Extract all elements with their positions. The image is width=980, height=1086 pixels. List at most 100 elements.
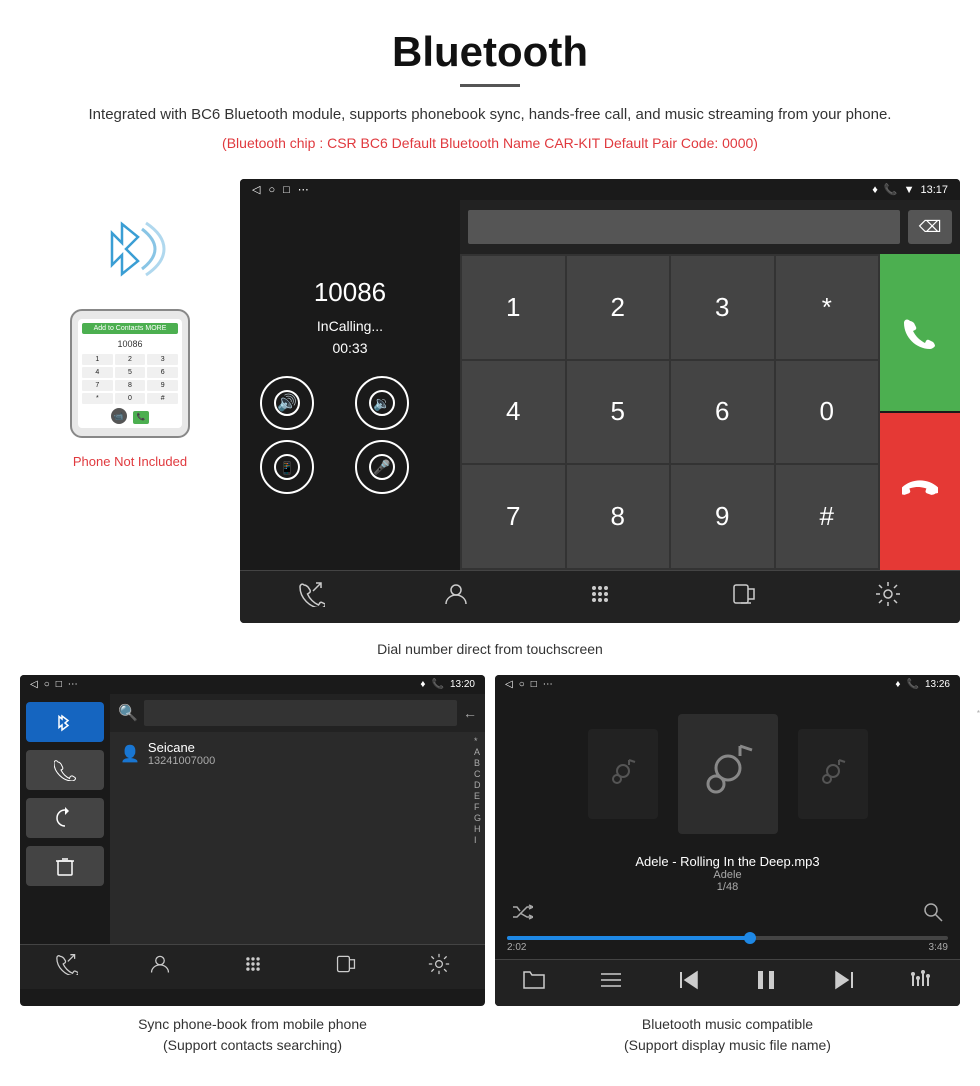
pb-nav-square[interactable]: □ [56,679,62,690]
equalizer-icon[interactable] [909,968,933,998]
music-caption: Bluetooth music compatible(Support displ… [495,1014,960,1056]
phonebook-search-bar[interactable] [144,700,457,726]
nav-calls-icon[interactable] [299,581,325,613]
dial-input-box[interactable] [468,210,900,244]
nav-settings-icon[interactable] [875,581,901,613]
bluetooth-icon-wrapper [90,209,170,289]
bottom-captions: Sync phone-book from mobile phone(Suppor… [20,1014,960,1056]
contact-item[interactable]: 👤 Seicane 13241007000 [110,732,470,775]
volume-down-button[interactable]: 🔉 [355,376,409,430]
playlist-icon[interactable] [599,968,623,998]
pb-nav-dots: ⋯ [68,679,78,690]
music-nav-square[interactable]: □ [531,679,537,690]
pb-nav-contacts-icon[interactable] [149,953,171,981]
nav-dialpad-icon[interactable] [587,581,613,613]
svg-text:🎤: 🎤 [373,458,391,476]
phonebook-back-arrow[interactable]: ← [463,705,477,721]
key-5[interactable]: 5 [567,361,670,464]
mute-button[interactable]: 🎤 [355,440,409,494]
folder-icon[interactable] [522,968,546,998]
progress-fill [507,936,750,940]
dial-left: 10086 InCalling... 00:33 🔊 🔉 📱 [240,200,460,570]
dial-controls: 🔊 🔉 📱 🎤 [260,376,440,494]
nav-contacts-icon[interactable] [443,581,469,613]
pb-nav-circle[interactable]: ○ [44,679,50,690]
music-art-right [798,729,868,819]
numpad-area: 1 2 3 * 4 5 6 0 7 8 9 # [460,254,960,570]
music-location-icon: ♦ [895,679,900,690]
progress-thumb[interactable] [744,932,756,944]
nav-transfer-icon[interactable] [731,581,757,613]
progress-bar[interactable] [507,936,948,940]
music-playbar [495,959,960,1006]
numpad-actions [880,254,960,570]
nav-circle-icon[interactable]: ○ [268,184,275,196]
call-green-button[interactable] [880,254,960,411]
page-specs: (Bluetooth chip : CSR BC6 Default Blueto… [40,135,940,151]
play-pause-button[interactable] [754,968,778,998]
key-6[interactable]: 6 [671,361,774,464]
prev-button[interactable] [677,968,701,998]
key-7[interactable]: 7 [462,465,565,568]
numpad-keys: 1 2 3 * 4 5 6 0 7 8 9 # [460,254,880,570]
contact-name: Seicane [148,740,215,755]
contact-number: 13241007000 [148,755,215,767]
phonebook-statusbar: ◁ ○ □ ⋯ ♦ 📞 13:20 [20,675,485,694]
dialer-statusbar: ◁ ○ □ ⋯ ♦ 📞 ▼ 13:17 [240,179,960,200]
sync-sidebar-button[interactable] [26,798,104,838]
key-9[interactable]: 9 [671,465,774,568]
location-icon: ♦ [872,184,878,196]
phone-status-icon: 📞 [884,183,898,196]
main-content: Add to Contacts MORE 10086 123 456 789 *… [0,179,980,1076]
key-3[interactable]: 3 [671,256,774,359]
music-body: Adele - Rolling In the Deep.mp3 Adele 1/… [495,694,960,1006]
key-4[interactable]: 4 [462,361,565,464]
phonebook-search-icon: 🔍 [118,703,138,723]
pb-nav-back[interactable]: ◁ [30,679,38,690]
phone-screen-header: Add to Contacts MORE [82,323,178,334]
key-hash[interactable]: # [776,465,879,568]
pb-nav-transfer-icon[interactable] [335,953,357,981]
next-button[interactable] [832,968,856,998]
phone-dial-grid: 123 456 789 *0# [82,354,178,404]
dial-caption: Dial number direct from touchscreen [377,641,603,657]
key-1[interactable]: 1 [462,256,565,359]
music-phone-icon: 📞 [907,679,919,690]
bottom-section: ◁ ○ □ ⋯ ♦ 📞 13:20 [20,675,960,1006]
bluetooth-sidebar-button[interactable] [26,702,104,742]
delete-sidebar-button[interactable] [26,846,104,886]
key-2[interactable]: 2 [567,256,670,359]
key-star[interactable]: * [776,256,879,359]
statusbar-right: ♦ 📞 ▼ 13:17 [872,183,948,196]
dialer-navbar [240,570,960,623]
pb-nav-settings-icon[interactable] [428,953,450,981]
phone-screen: Add to Contacts MORE 10086 123 456 789 *… [78,319,182,428]
phonebook-right: 🔍 ← * 👤 Seicane [110,694,485,944]
volume-up-button[interactable]: 🔊 [260,376,314,430]
music-nav-back[interactable]: ◁ [505,679,513,690]
key-0[interactable]: 0 [776,361,879,464]
shuffle-button[interactable] [511,901,533,928]
pb-nav-calls-icon[interactable] [56,953,78,981]
phone-sidebar-button[interactable] [26,750,104,790]
key-8[interactable]: 8 [567,465,670,568]
music-art-area [495,694,960,854]
music-nav-dots: ⋯ [543,679,553,690]
transfer-button[interactable]: 📱 [260,440,314,494]
music-nav-circle[interactable]: ○ [519,679,525,690]
dial-input-row: ⌫ [460,200,960,254]
dial-backspace-button[interactable]: ⌫ [908,210,952,244]
time-display: 13:17 [920,184,948,196]
nav-back-icon[interactable]: ◁ [252,183,260,196]
music-search-button[interactable] [922,901,944,928]
dial-right: ⌫ 1 2 3 * 4 5 6 0 7 8 [460,200,960,570]
call-red-button[interactable] [880,413,960,570]
page-title: Bluetooth [40,28,940,76]
nav-square-icon[interactable]: □ [283,184,290,196]
pb-nav-dialpad-icon[interactable] [242,953,264,981]
music-title: Adele - Rolling In the Deep.mp3 [505,854,950,869]
phonebook-caption: Sync phone-book from mobile phone(Suppor… [20,1014,485,1056]
pb-location-icon: ♦ [420,679,425,690]
music-track-count: 1/48 [505,881,950,893]
music-art-main [678,714,778,834]
